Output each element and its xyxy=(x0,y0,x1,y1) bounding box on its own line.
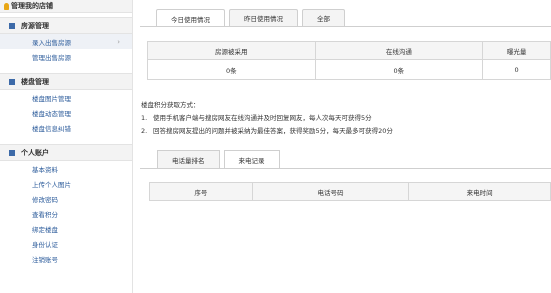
call-tabs: 电话量排名 来电记录 xyxy=(157,150,284,169)
tab-today-usage[interactable]: 今日使用情况 xyxy=(156,9,225,27)
section-icon xyxy=(9,149,15,156)
value-listings-adopted: 0条 xyxy=(147,59,316,80)
usage-stats-table: 房源被采用 在线沟通 曝光量 0条 0条 0 xyxy=(147,41,551,80)
call-tabs-divider xyxy=(140,168,551,169)
value-exposure: 0 xyxy=(482,59,551,80)
tab-yesterday-usage[interactable]: 昨日使用情况 xyxy=(229,9,298,26)
sidebar-item-manage-listing[interactable]: 管理出售房源 xyxy=(0,49,132,64)
section-listing-management[interactable]: 房源管理 xyxy=(0,17,132,34)
list-item: 2. 回答搜房网友提出的问题并被采纳为最佳答案，获得奖励5分，每天最多可获得20… xyxy=(141,127,393,135)
sidebar-title-label: 管理我的店铺 xyxy=(11,2,53,10)
section-building-management[interactable]: 楼盘管理 xyxy=(0,73,132,90)
sidebar-item-view-points[interactable]: 查看积分 xyxy=(0,206,132,221)
header-listings-adopted: 房源被采用 xyxy=(147,41,316,60)
section-label: 房源管理 xyxy=(21,21,49,30)
table-header-row: 房源被采用 在线沟通 曝光量 xyxy=(147,41,551,60)
sidebar-item-upload-photo[interactable]: 上传个人图片 xyxy=(0,176,132,191)
sidebar-item-cancel-account[interactable]: 注销账号 xyxy=(0,251,132,266)
header-exposure: 曝光量 xyxy=(482,41,551,60)
sidebar: 管理我的店铺 房源管理 录入出售房源 › 管理出售房源 楼盘管理 楼盘图片管理 … xyxy=(0,0,133,293)
tab-call-records[interactable]: 来电记录 xyxy=(223,150,280,169)
section-icon xyxy=(9,78,15,85)
tabs-divider xyxy=(140,26,551,27)
tab-all-usage[interactable]: 全部 xyxy=(302,9,345,26)
section-label: 个人账户 xyxy=(21,148,49,157)
sidebar-item-enter-listing[interactable]: 录入出售房源 › xyxy=(0,34,132,49)
table-row: 0条 0条 0 xyxy=(147,59,551,80)
usage-tabs: 今日使用情况 昨日使用情况 全部 xyxy=(156,9,349,27)
tab-call-ranking[interactable]: 电话量排名 xyxy=(157,150,220,168)
sidebar-item-change-password[interactable]: 修改密码 xyxy=(0,191,132,206)
value-online-chat: 0条 xyxy=(314,59,484,80)
sidebar-item-identity-verification[interactable]: 身份认证 xyxy=(0,236,132,251)
chevron-right-icon: › xyxy=(117,37,120,46)
lightbulb-icon xyxy=(4,2,9,10)
section-icon xyxy=(9,22,15,29)
table-header-row: 序号 电话号码 来电时间 xyxy=(149,182,551,201)
sidebar-item-building-news[interactable]: 楼盘动态管理 xyxy=(0,105,132,120)
sidebar-item-basic-info[interactable]: 基本资料 xyxy=(0,161,132,176)
points-rules: 楼盘积分获取方式： 1. 使用手机客户端与搜房网友在线沟通并及时回复网友，每人次… xyxy=(141,99,551,138)
header-phone-number: 电话号码 xyxy=(251,182,410,201)
header-online-chat: 在线沟通 xyxy=(314,41,484,60)
header-call-time: 来电时间 xyxy=(408,182,551,201)
list-item: 1. 使用手机客户端与搜房网友在线沟通并及时回复网友，每人次每天可获得5分 xyxy=(141,114,372,122)
header-serial-number: 序号 xyxy=(149,182,253,201)
sidebar-item-building-images[interactable]: 楼盘图片管理 xyxy=(0,90,132,105)
call-records-table: 序号 电话号码 来电时间 xyxy=(149,182,551,201)
sidebar-title: 管理我的店铺 xyxy=(0,0,132,13)
sidebar-item-bind-building[interactable]: 绑定楼盘 xyxy=(0,221,132,236)
rules-heading: 楼盘积分获取方式： xyxy=(141,101,200,109)
section-label: 楼盘管理 xyxy=(21,77,49,86)
sidebar-item-building-correction[interactable]: 楼盘信息纠错 xyxy=(0,120,132,135)
section-personal-account[interactable]: 个人账户 xyxy=(0,144,132,161)
